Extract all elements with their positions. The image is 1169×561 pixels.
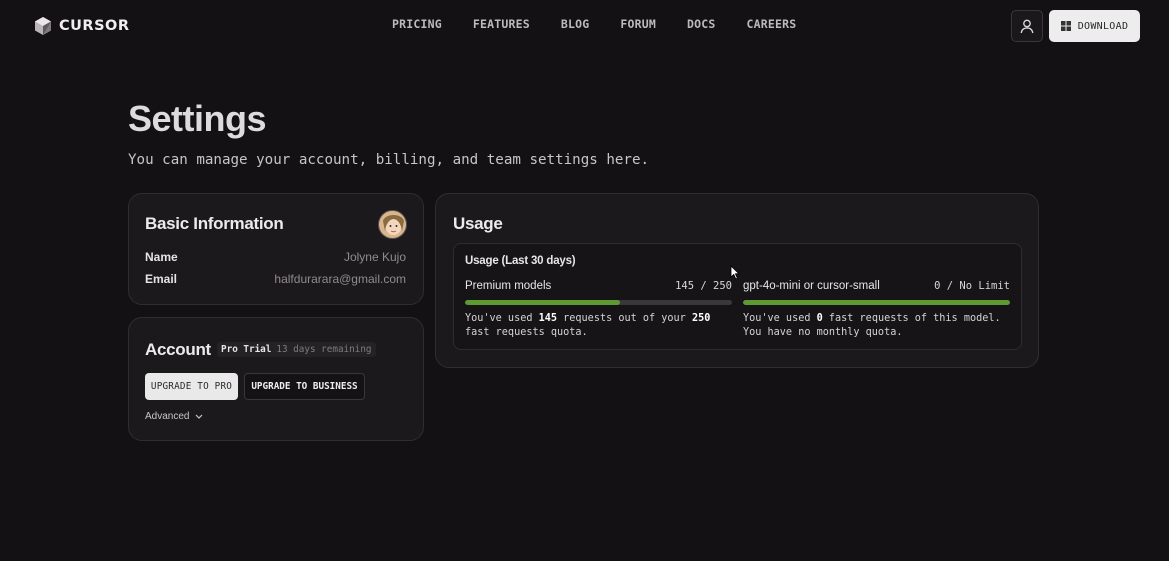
premium-desc-limit: 250 [691, 313, 711, 324]
page-title: Settings [128, 98, 267, 139]
name-value: Jolyne Kujo [343, 250, 406, 264]
usage-panel: Usage (Last 30 days) Premium models 145 … [453, 243, 1022, 350]
premium-progress-track [465, 300, 732, 305]
advanced-label: Advanced [145, 411, 190, 422]
premium-desc-prefix: You've used [465, 313, 539, 324]
email-label: Email [145, 272, 178, 286]
mini-desc-middle: fast requests of this model. [822, 313, 1001, 324]
nav-link-pricing[interactable]: PRICING [392, 17, 442, 31]
account-button[interactable] [1011, 10, 1043, 42]
upgrade-to-business-button[interactable]: UPGRADE TO BUSINESS [244, 373, 365, 400]
mini-desc-prefix: You've used [743, 313, 817, 324]
mini-desc-suffix: You have no monthly quota. [743, 327, 903, 338]
basic-information-title: Basic Information [145, 214, 284, 233]
cursor-logo-icon [35, 17, 51, 35]
name-row: Name Jolyne Kujo [145, 250, 406, 264]
mini-progress-track [743, 300, 1010, 305]
mini-progress-fill [743, 300, 1010, 305]
usage-card: Usage Usage (Last 30 days) Premium model… [435, 193, 1039, 368]
premium-desc-middle: requests out of your [557, 313, 692, 324]
brand-name: CURSOR [59, 18, 130, 34]
premium-usage-description: You've used 145 requests out of your 250… [465, 312, 732, 340]
mini-models-count: 0 / No Limit [934, 280, 1010, 292]
brand-logo[interactable]: CURSOR [34, 15, 130, 37]
user-icon [1020, 19, 1034, 33]
basic-information-card: Basic Information Name Jolyne Kujo Email… [128, 193, 424, 305]
account-title: Account [145, 340, 211, 359]
premium-desc-suffix: fast requests quota. [465, 327, 588, 338]
premium-progress-fill [465, 300, 620, 305]
mini-usage-description: You've used 0 fast requests of this mode… [743, 312, 1010, 340]
premium-models-count: 145 / 250 [675, 280, 732, 292]
email-row: Email halfdurarara@gmail.com [145, 272, 406, 286]
mini-models-meter: gpt-4o-mini or cursor-small 0 / No Limit… [743, 280, 1010, 340]
avatar [378, 210, 407, 239]
windows-icon [1060, 21, 1071, 31]
account-card: Account Pro Trial 13 days remaining UPGR… [128, 317, 424, 441]
nav-links: PRICING FEATURES BLOG FORUM DOCS CAREERS [392, 17, 827, 31]
upgrade-to-pro-button[interactable]: UPGRADE TO PRO [145, 373, 238, 400]
nav-link-careers[interactable]: CAREERS [747, 17, 797, 31]
nav-link-docs[interactable]: DOCS [687, 17, 716, 31]
nav-link-forum[interactable]: FORUM [620, 17, 656, 31]
mouse-pointer-icon [730, 265, 740, 280]
download-label: DOWNLOAD [1077, 20, 1129, 32]
plan-badge: Pro Trial 13 days remaining [217, 342, 376, 357]
plan-name: Pro Trial [221, 344, 272, 355]
premium-desc-used: 145 [538, 313, 558, 324]
usage-title: Usage [453, 214, 503, 233]
usage-period-label: Usage (Last 30 days) [465, 255, 576, 267]
download-button[interactable]: DOWNLOAD [1049, 10, 1140, 42]
mini-models-label: gpt-4o-mini or cursor-small [743, 280, 880, 292]
email-value: halfdurarara@gmail.com [274, 272, 406, 286]
premium-models-meter: Premium models 145 / 250 You've used 145… [465, 280, 732, 340]
name-label: Name [145, 250, 178, 264]
nav-link-blog[interactable]: BLOG [561, 17, 590, 31]
avatar-image [379, 211, 406, 238]
chevron-down-icon [196, 414, 203, 419]
page-subtitle: You can manage your account, billing, an… [128, 152, 650, 168]
premium-models-label: Premium models [465, 280, 552, 292]
nav-link-features[interactable]: FEATURES [473, 17, 530, 31]
top-nav: CURSOR PRICING FEATURES BLOG FORUM DOCS … [0, 0, 1169, 52]
trial-days-remaining: 13 days remaining [276, 344, 372, 355]
advanced-toggle[interactable]: Advanced [145, 411, 203, 422]
